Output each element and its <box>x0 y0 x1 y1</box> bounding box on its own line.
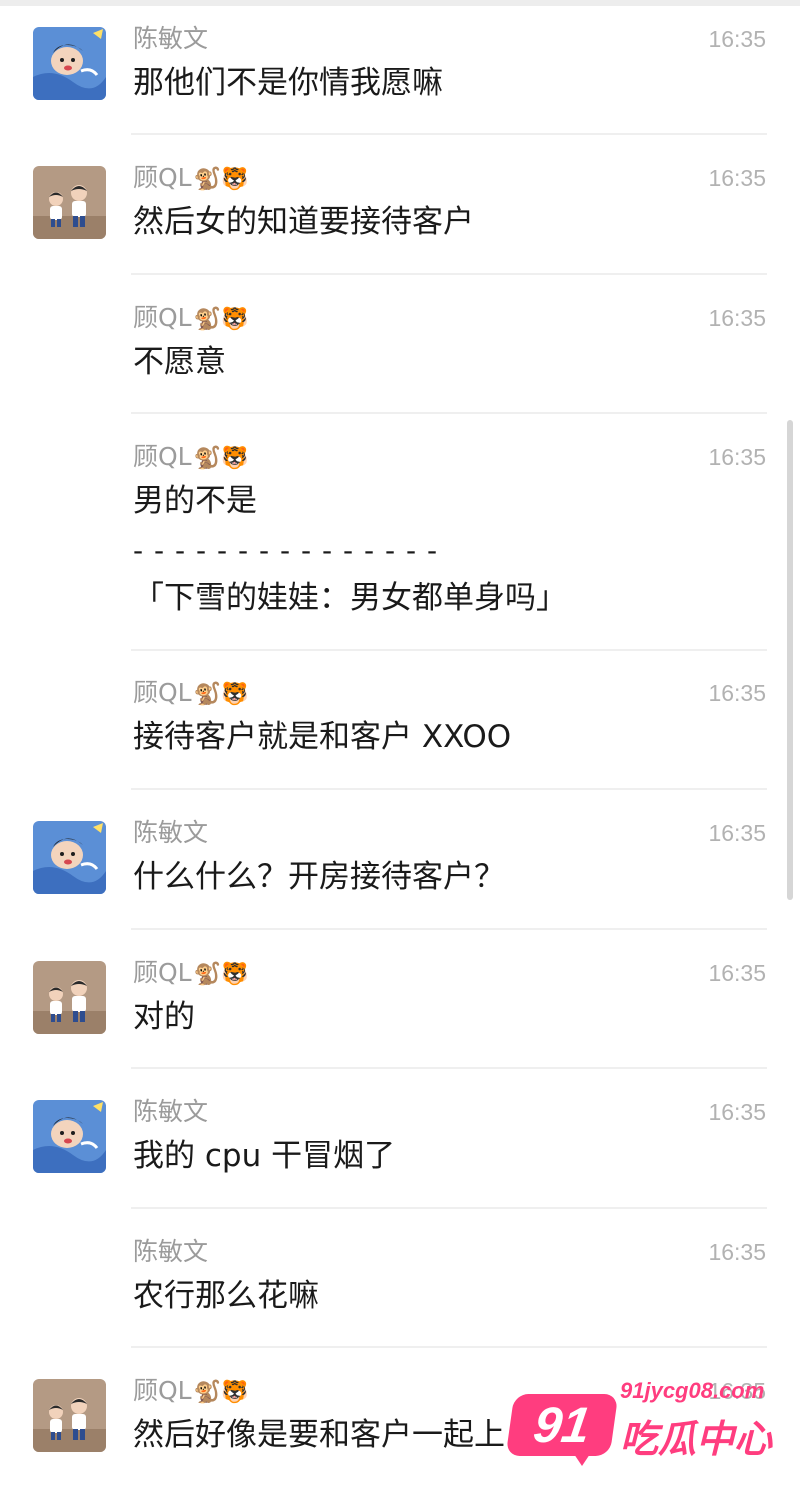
divider <box>131 273 767 275</box>
divider <box>131 412 767 414</box>
message-time: 16:35 <box>708 1239 766 1265</box>
chen-avatar[interactable] <box>33 821 106 894</box>
divider <box>131 1207 767 1209</box>
watermark-logo: 91 91jycg08.com 吃瓜中心 <box>505 1378 780 1478</box>
message-time: 16:35 <box>708 960 766 986</box>
message-text[interactable]: 接待客户就是和客户 XXOO <box>133 717 511 757</box>
message-text[interactable]: 什么什么？开房接待客户？ <box>133 857 505 897</box>
quoted-message[interactable]: 「下雪的娃娃：男女都单身吗」 <box>133 578 567 618</box>
message-time: 16:35 <box>708 305 766 331</box>
monkey-tiger-emoji: 🐒🐯 <box>193 307 249 332</box>
message-text[interactable]: 男的不是 <box>133 481 257 521</box>
message-time: 16:35 <box>708 680 766 706</box>
message-time: 16:35 <box>708 1099 766 1125</box>
message-text[interactable]: 农行那么花嘛 <box>133 1276 319 1316</box>
message-time: 16:35 <box>708 26 766 52</box>
message-time: 16:35 <box>708 165 766 191</box>
sender-name: 陈敏文 <box>133 818 209 847</box>
gu-avatar[interactable] <box>33 1379 106 1452</box>
monkey-tiger-emoji: 🐒🐯 <box>193 682 249 707</box>
sender-name: 顾QL🐒🐯 <box>133 442 249 471</box>
watermark-url: 91jycg08.com <box>620 1378 765 1403</box>
message-time: 16:35 <box>708 444 766 470</box>
message-text[interactable]: 然后好像是要和客户一起上 <box>133 1415 505 1455</box>
sender-name: 顾QL🐒🐯 <box>133 1376 249 1405</box>
divider <box>131 133 767 135</box>
gu-avatar[interactable] <box>33 166 106 239</box>
monkey-tiger-emoji: 🐒🐯 <box>193 962 249 987</box>
monkey-tiger-emoji: 🐒🐯 <box>193 446 249 471</box>
message-text[interactable]: 然后女的知道要接待客户 <box>133 202 474 242</box>
chen-avatar[interactable] <box>33 1100 106 1173</box>
sender-name: 顾QL🐒🐯 <box>133 163 249 192</box>
divider <box>131 1346 767 1348</box>
watermark-label: 吃瓜中心 <box>620 1417 773 1461</box>
monkey-tiger-emoji: 🐒🐯 <box>193 1380 249 1405</box>
quote-separator: - - - - - - - - - - - - - - - <box>133 534 439 567</box>
message-text[interactable]: 那他们不是你情我愿嘛 <box>133 63 443 103</box>
sender-name: 陈敏文 <box>133 1097 209 1126</box>
message-time: 16:35 <box>708 820 766 846</box>
message-text[interactable]: 我的 cpu 干冒烟了 <box>133 1136 395 1176</box>
gu-avatar[interactable] <box>33 961 106 1034</box>
scrollbar[interactable] <box>787 420 793 900</box>
watermark-badge-tail <box>570 1448 594 1466</box>
divider <box>131 928 767 930</box>
divider <box>131 788 767 790</box>
sender-name: 陈敏文 <box>133 24 209 53</box>
sender-name: 陈敏文 <box>133 1237 209 1266</box>
sender-name: 顾QL🐒🐯 <box>133 958 249 987</box>
monkey-tiger-emoji: 🐒🐯 <box>193 167 249 192</box>
sender-name: 顾QL🐒🐯 <box>133 678 249 707</box>
message-text[interactable]: 不愿意 <box>133 342 226 382</box>
chen-avatar[interactable] <box>33 27 106 100</box>
watermark-badge: 91 <box>505 1394 619 1456</box>
divider <box>131 649 767 651</box>
divider <box>131 1067 767 1069</box>
message-text[interactable]: 对的 <box>133 997 195 1037</box>
sender-name: 顾QL🐒🐯 <box>133 303 249 332</box>
top-strip <box>0 0 800 6</box>
